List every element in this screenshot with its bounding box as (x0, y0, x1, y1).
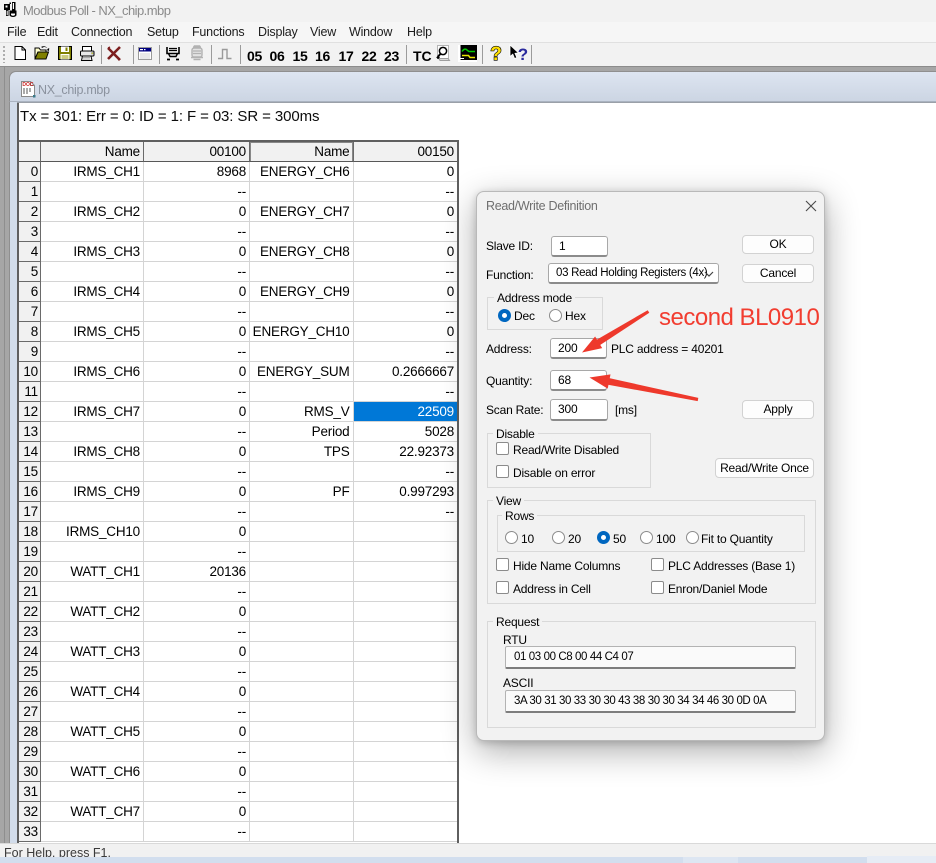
svg-text:DOC: DOC (22, 82, 34, 88)
svg-text:?: ? (490, 44, 502, 64)
svg-text:?: ? (518, 45, 528, 64)
